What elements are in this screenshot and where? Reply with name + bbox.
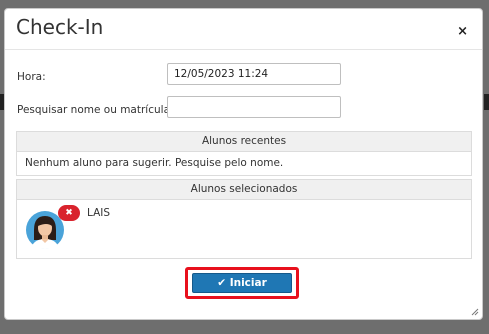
check-in-modal: Check-In × Hora: 12/05/2023 11:24 Pesqui… <box>4 8 483 320</box>
close-icon[interactable]: × <box>457 25 468 38</box>
modal-title: Check-In <box>16 15 104 39</box>
hora-input[interactable]: 12/05/2023 11:24 <box>167 63 341 85</box>
background-page-fragment <box>484 94 489 110</box>
search-label: Pesquisar nome ou matrícula: <box>17 104 174 116</box>
modal-header: Check-In × <box>5 9 482 50</box>
selected-students-panel: Alunos selecionados ✖ LAIS <box>16 179 472 259</box>
start-button[interactable]: ✔ Iniciar <box>192 273 292 293</box>
hora-label: Hora: <box>17 71 46 83</box>
recent-empty-message: Nenhum aluno para sugerir. Pesquise pelo… <box>25 157 284 169</box>
resize-grip-icon[interactable] <box>471 308 479 316</box>
checkmark-icon: ✔ <box>217 277 227 289</box>
search-row: Pesquisar nome ou matrícula: <box>5 96 482 122</box>
start-button-highlight: ✔ Iniciar <box>185 267 299 299</box>
start-button-label: Iniciar <box>229 277 267 289</box>
selected-students-header: Alunos selecionados <box>17 180 471 200</box>
hora-row: Hora: 12/05/2023 11:24 <box>5 63 482 89</box>
recent-students-header: Alunos recentes <box>17 132 471 152</box>
remove-student-button[interactable]: ✖ <box>58 205 80 221</box>
search-input[interactable] <box>167 96 341 118</box>
recent-students-panel: Alunos recentes Nenhum aluno para sugeri… <box>16 131 472 176</box>
student-name: LAIS <box>87 207 111 219</box>
